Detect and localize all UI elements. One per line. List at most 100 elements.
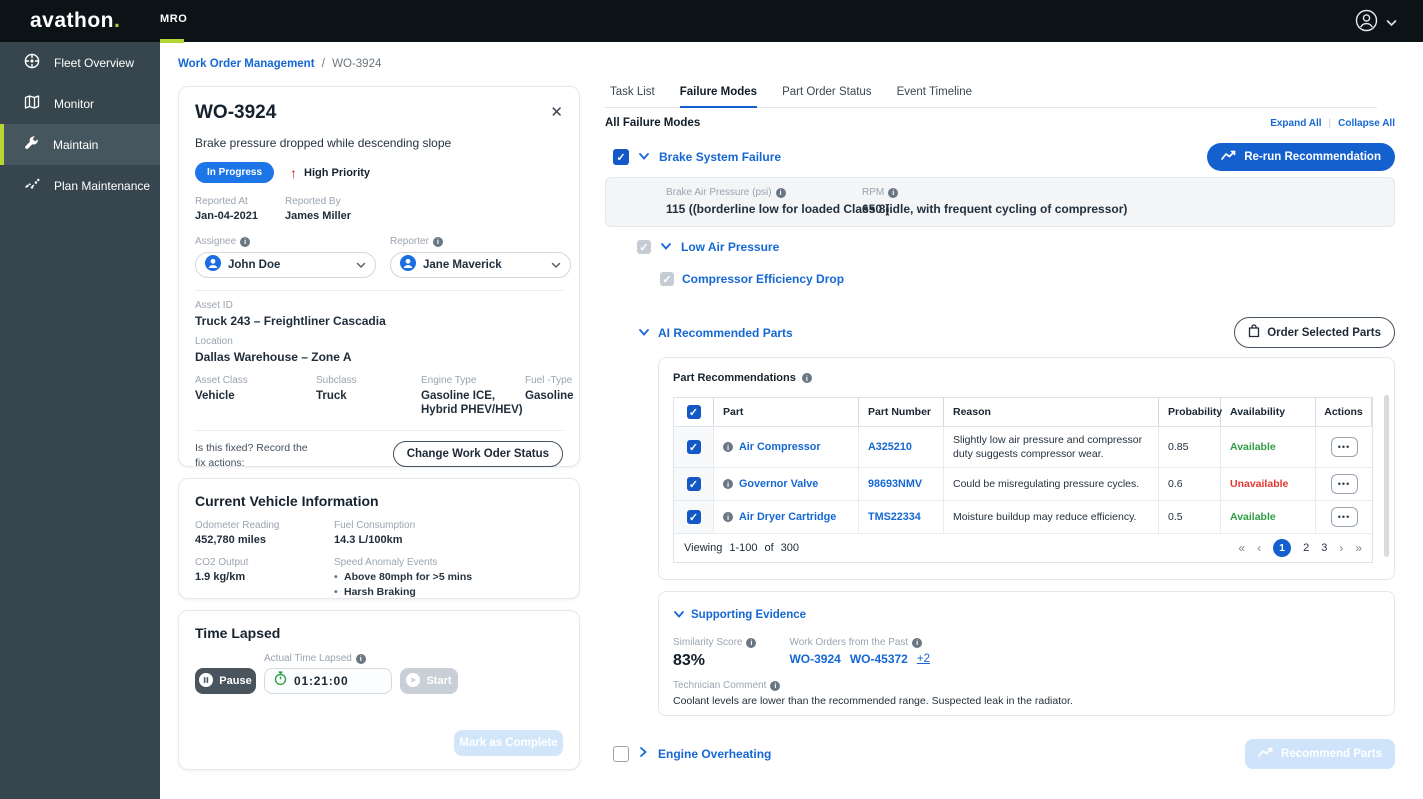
past-work-order-link[interactable]: WO-3924 (789, 652, 840, 666)
chevron-down-icon[interactable] (638, 148, 650, 166)
part-link[interactable]: Air Dryer Cartridge (739, 511, 836, 523)
work-order-card: WO-3924 ✕ Brake pressure dropped while d… (178, 86, 580, 469)
row-actions-button[interactable]: ••• (1330, 474, 1358, 495)
order-selected-parts-button[interactable]: Order Selected Parts (1234, 317, 1395, 348)
info-icon[interactable] (746, 637, 757, 648)
more-work-orders-link[interactable]: +2 (917, 653, 930, 665)
low-air-pressure-link[interactable]: Low Air Pressure (681, 240, 779, 254)
breadcrumb-work-order-management[interactable]: Work Order Management (178, 58, 315, 70)
user-menu[interactable] (1355, 9, 1397, 37)
supporting-evidence-link[interactable]: Supporting Evidence (691, 609, 806, 621)
tab-task-list[interactable]: Task List (610, 86, 655, 107)
table-scrollbar[interactable] (1384, 395, 1389, 557)
rerun-recommendation-button[interactable]: Re-run Recommendation (1207, 143, 1395, 171)
engine-type-label: Engine Type (421, 375, 477, 386)
timer-field[interactable]: 01:21:00 (264, 668, 392, 694)
column-header-reason: Reason (944, 398, 1159, 426)
page-3-button[interactable]: 3 (1321, 542, 1327, 554)
subclass-label: Subclass (316, 375, 357, 386)
row-checkbox[interactable] (686, 510, 701, 525)
reported-by-value: James Miller (285, 210, 352, 222)
row-actions-button[interactable]: ••• (1330, 437, 1358, 458)
time-lapsed-card: Time Lapsed Actual Time Lapsed Pause 01:… (178, 610, 580, 770)
viewing-label: Viewing (684, 542, 723, 555)
info-icon[interactable] (801, 373, 812, 383)
sidebar-item-label: Fleet Overview (54, 55, 135, 70)
sidebar-item-monitor[interactable]: Monitor (0, 83, 160, 124)
info-icon[interactable] (723, 442, 733, 453)
sidebar-item-plan-maintenance[interactable]: Plan Maintenance (0, 165, 160, 206)
subclass-value: Truck (316, 390, 347, 402)
bag-icon (1248, 324, 1260, 341)
location-value: Dallas Warehouse – Zone A (195, 350, 352, 364)
chevron-down-icon[interactable] (673, 606, 685, 624)
info-icon[interactable] (770, 680, 781, 691)
of-label: of (764, 542, 774, 555)
info-icon[interactable] (888, 187, 899, 198)
expand-all-link[interactable]: Expand All (1270, 118, 1321, 129)
ai-recommended-parts-link[interactable]: AI Recommended Parts (658, 326, 793, 340)
part-link[interactable]: Governor Valve (739, 478, 818, 490)
probability-value: 0.85 (1168, 441, 1189, 454)
start-button[interactable]: Start (400, 668, 458, 694)
vehicle-info-card: Current Vehicle Information Odometer Rea… (178, 478, 580, 599)
rpm-label: RPM (862, 187, 885, 198)
chevron-right-icon[interactable] (639, 745, 648, 763)
prev-page-icon[interactable]: ‹ (1257, 541, 1261, 555)
tab-failure-modes[interactable]: Failure Modes (679, 86, 758, 108)
product-tab-mro[interactable]: MRO (160, 13, 187, 25)
tab-event-timeline[interactable]: Event Timeline (897, 86, 972, 107)
brake-system-failure-link[interactable]: Brake System Failure (659, 150, 781, 164)
close-icon[interactable]: ✕ (550, 105, 563, 120)
tab-part-order-status[interactable]: Part Order Status (782, 86, 871, 107)
part-recommendations-panel: Part Recommendations Part Part Number Re… (658, 357, 1395, 580)
next-page-icon[interactable]: › (1339, 541, 1343, 555)
info-icon[interactable] (912, 637, 923, 648)
chevron-down-icon[interactable] (660, 238, 672, 256)
table-row: Air Compressor A325210 Slightly low air … (674, 427, 1372, 469)
chevron-down-icon[interactable] (638, 324, 650, 342)
page-2-button[interactable]: 2 (1303, 542, 1309, 554)
engine-overheating-checkbox[interactable] (613, 746, 629, 762)
row-checkbox[interactable] (686, 477, 701, 492)
info-icon[interactable] (723, 479, 733, 490)
tab-bar: Task List Failure Modes Part Order Statu… (605, 86, 1377, 108)
pause-button[interactable]: Pause (195, 668, 256, 694)
row-checkbox[interactable] (686, 440, 701, 455)
part-number-link[interactable]: TMS22334 (868, 511, 921, 523)
reporter-select[interactable]: Jane Maverick (390, 252, 571, 278)
past-work-order-link[interactable]: WO-45372 (850, 652, 908, 666)
info-icon[interactable] (355, 653, 366, 664)
work-order-id: WO-3924 (195, 102, 277, 123)
sidebar-item-fleet-overview[interactable]: Fleet Overview (0, 42, 160, 83)
brake-air-pressure-label: Brake Air Pressure (psi) (666, 187, 772, 198)
mark-as-complete-button[interactable]: Mark as Complete (454, 730, 563, 756)
speed-anomaly-item: Above 80mph for >5 mins (334, 571, 563, 583)
part-number-link[interactable]: A325210 (868, 441, 912, 453)
sidebar-item-maintain[interactable]: Maintain (0, 124, 160, 165)
status-badge: In Progress (195, 162, 275, 183)
info-icon[interactable] (240, 236, 251, 247)
first-page-icon[interactable]: « (1238, 541, 1245, 555)
row-actions-button[interactable]: ••• (1330, 507, 1358, 528)
brake-failure-checkbox[interactable] (613, 149, 629, 165)
info-icon[interactable] (432, 236, 443, 247)
engine-overheating-link[interactable]: Engine Overheating (658, 747, 771, 761)
part-number-link[interactable]: 98693NMV (868, 478, 922, 490)
sidebar-item-label: Plan Maintenance (54, 178, 151, 193)
part-link[interactable]: Air Compressor (739, 441, 821, 453)
last-page-icon[interactable]: » (1355, 541, 1362, 555)
page-1-button[interactable]: 1 (1273, 539, 1292, 558)
collapse-all-link[interactable]: Collapse All (1338, 118, 1395, 129)
info-icon[interactable] (723, 512, 733, 523)
info-icon[interactable] (775, 187, 786, 198)
select-all-checkbox[interactable] (686, 405, 701, 419)
compressor-efficiency-link[interactable]: Compressor Efficiency Drop (682, 272, 844, 286)
arrow-up-icon: ↑ (290, 164, 298, 181)
recommend-parts-button[interactable]: Recommend Parts (1245, 739, 1395, 769)
assignee-select[interactable]: John Doe (195, 252, 376, 278)
asset-class-label: Asset Class (195, 375, 248, 386)
change-work-order-status-button[interactable]: Change Work Oder Status (392, 440, 563, 467)
probability-value: 0.5 (1168, 511, 1183, 524)
low-air-pressure-checkbox (637, 240, 651, 254)
